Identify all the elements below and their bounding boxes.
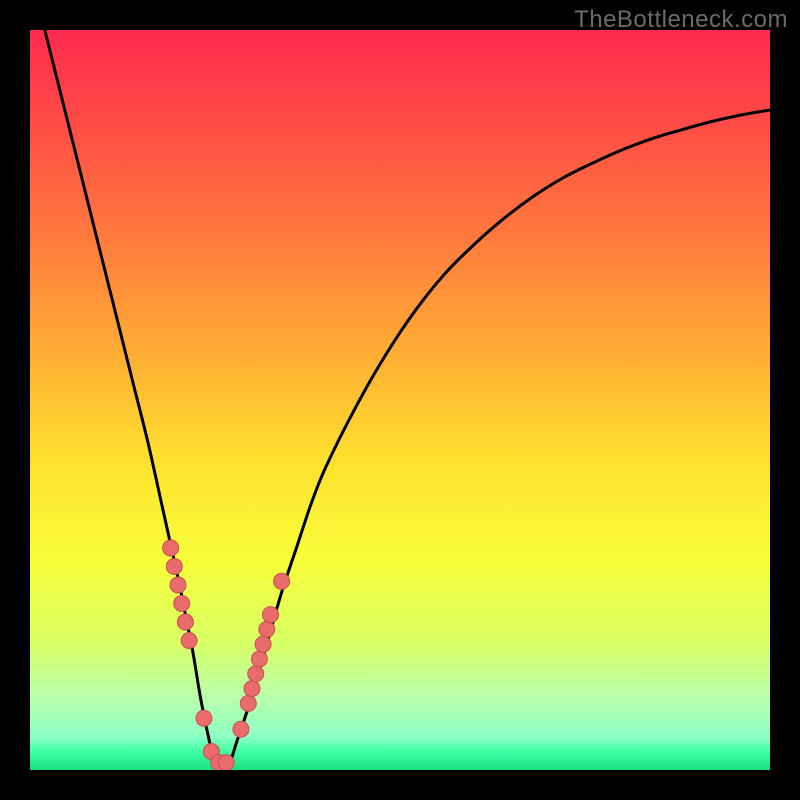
plot-area — [30, 30, 770, 770]
sample-dot — [263, 607, 279, 623]
chart-frame: TheBottleneck.com — [0, 0, 800, 800]
curve-layer — [30, 30, 770, 770]
sample-dot — [166, 559, 182, 575]
sample-dot — [255, 636, 271, 652]
bottleneck-curve — [45, 30, 770, 770]
sample-dot — [259, 621, 275, 637]
sample-dot — [181, 633, 197, 649]
sample-dot — [233, 721, 249, 737]
sample-dot — [274, 573, 290, 589]
sample-dot — [251, 651, 267, 667]
sample-dot — [170, 577, 186, 593]
sample-dot — [177, 614, 193, 630]
sample-dot — [248, 666, 264, 682]
sample-dot — [218, 755, 234, 770]
sample-dot — [240, 695, 256, 711]
sample-dot — [196, 710, 212, 726]
sample-dot — [244, 681, 260, 697]
sample-dot — [163, 540, 179, 556]
sample-dots-group — [163, 540, 290, 770]
sample-dot — [174, 596, 190, 612]
